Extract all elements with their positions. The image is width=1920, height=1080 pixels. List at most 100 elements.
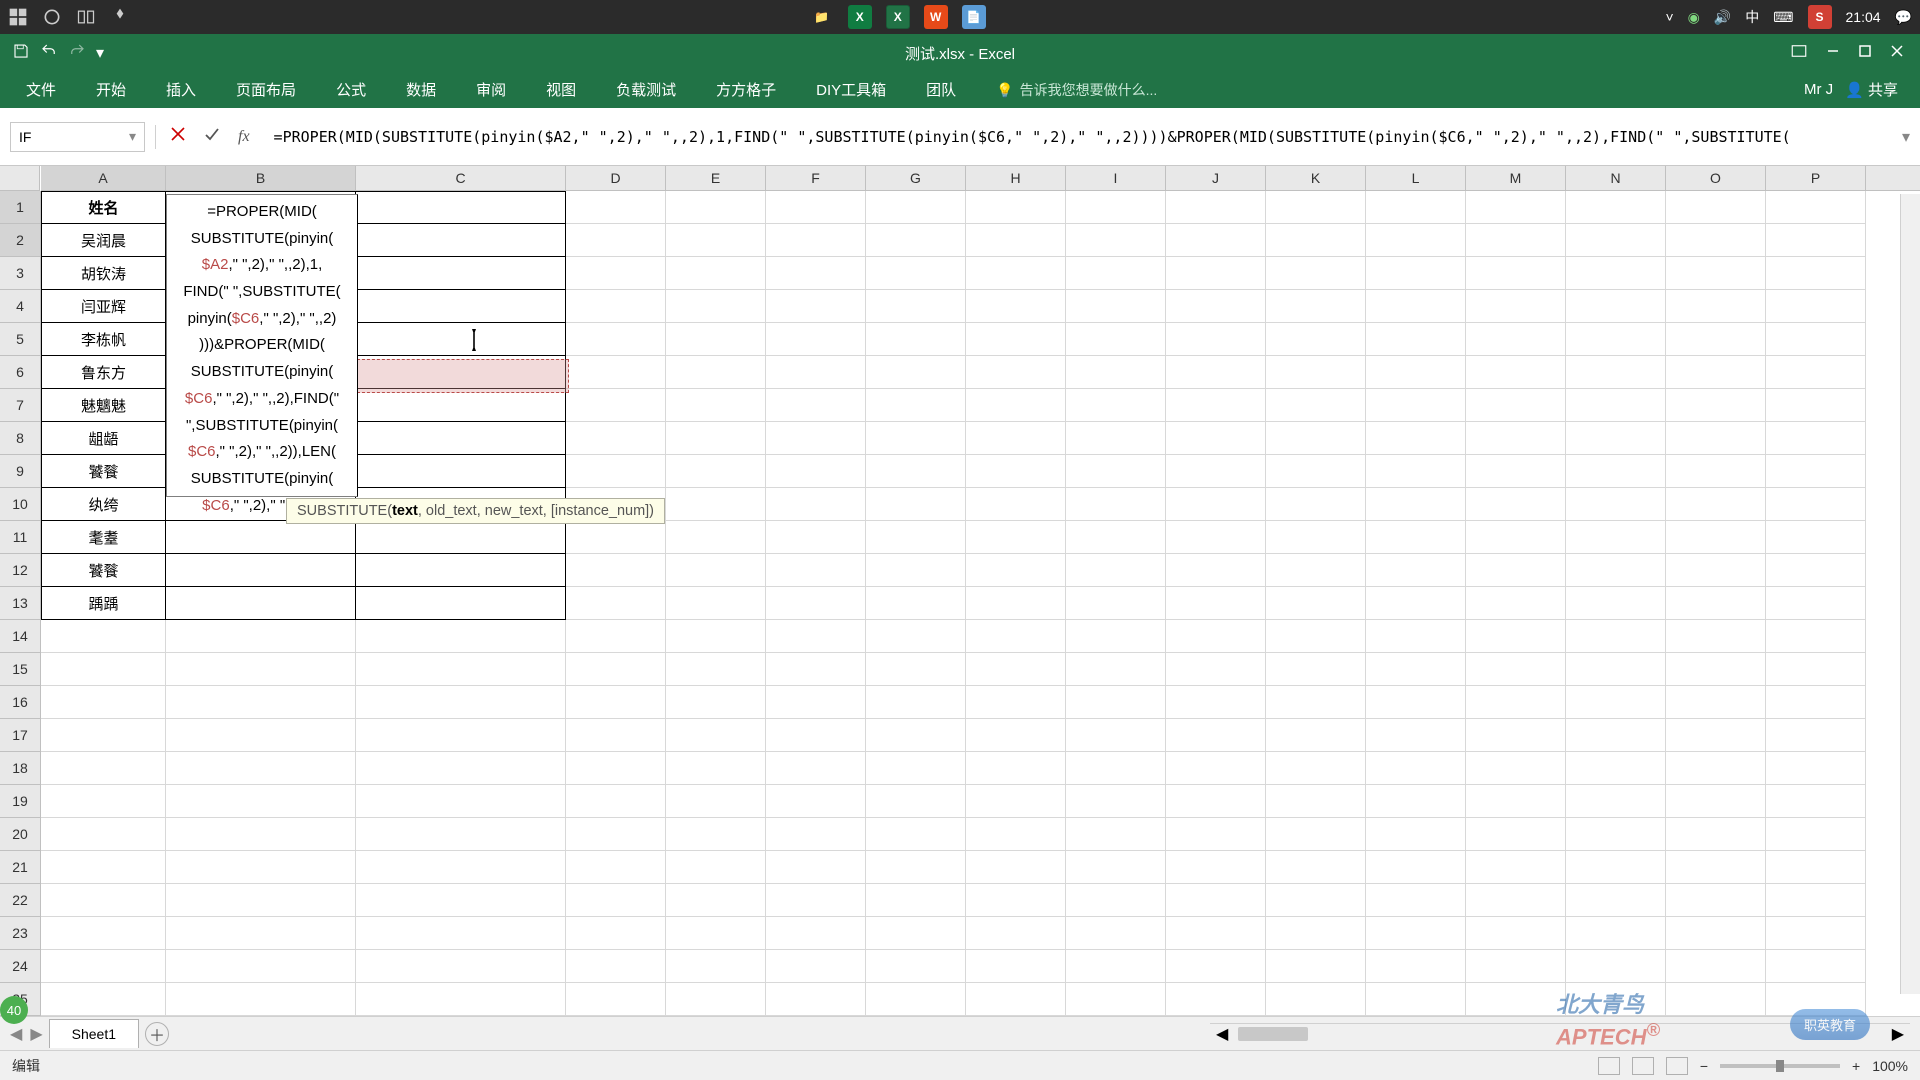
redo-icon[interactable] [68, 42, 86, 65]
cell-C7[interactable] [356, 389, 566, 422]
cell-M6[interactable] [1466, 356, 1566, 389]
cell-L12[interactable] [1366, 554, 1466, 587]
save-icon[interactable] [12, 42, 30, 65]
fx-icon[interactable]: fx [238, 128, 250, 146]
cell-C18[interactable] [356, 752, 566, 785]
view-pagelayout-icon[interactable] [1632, 1057, 1654, 1075]
cell-O18[interactable] [1666, 752, 1766, 785]
wifi-icon[interactable]: ◉ [1688, 9, 1700, 26]
cell-F17[interactable] [766, 719, 866, 752]
cell-N14[interactable] [1566, 620, 1666, 653]
cell-E1[interactable] [666, 191, 766, 224]
cell-G13[interactable] [866, 587, 966, 620]
cell-H7[interactable] [966, 389, 1066, 422]
cell-H19[interactable] [966, 785, 1066, 818]
row-header-1[interactable]: 1 [0, 191, 40, 224]
cell-N18[interactable] [1566, 752, 1666, 785]
volume-icon[interactable]: 🔊 [1714, 9, 1731, 26]
row-header-2[interactable]: 2 [0, 224, 40, 257]
cell-E2[interactable] [666, 224, 766, 257]
row-header-19[interactable]: 19 [0, 785, 40, 818]
cell-A22[interactable] [41, 884, 166, 917]
cell-I1[interactable] [1066, 191, 1166, 224]
col-header-N[interactable]: N [1566, 166, 1666, 190]
cell-H21[interactable] [966, 851, 1066, 884]
cell-B21[interactable] [166, 851, 356, 884]
cell-O23[interactable] [1666, 917, 1766, 950]
cell-G4[interactable] [866, 290, 966, 323]
col-header-F[interactable]: F [766, 166, 866, 190]
cell-F20[interactable] [766, 818, 866, 851]
cell-C1[interactable] [356, 191, 566, 224]
col-header-J[interactable]: J [1166, 166, 1266, 190]
cell-N23[interactable] [1566, 917, 1666, 950]
cell-C20[interactable] [356, 818, 566, 851]
explorer-icon[interactable]: 📁 [810, 5, 834, 29]
cell-J18[interactable] [1166, 752, 1266, 785]
cell-B14[interactable] [166, 620, 356, 653]
cell-I23[interactable] [1066, 917, 1166, 950]
col-header-B[interactable]: B [166, 166, 356, 190]
cell-N1[interactable] [1566, 191, 1666, 224]
cell-A8[interactable]: 龃龉 [41, 422, 166, 455]
cell-E23[interactable] [666, 917, 766, 950]
cell-H2[interactable] [966, 224, 1066, 257]
cell-C8[interactable] [356, 422, 566, 455]
cell-M10[interactable] [1466, 488, 1566, 521]
cell-G2[interactable] [866, 224, 966, 257]
cell-G15[interactable] [866, 653, 966, 686]
cell-K4[interactable] [1266, 290, 1366, 323]
cell-P13[interactable] [1766, 587, 1866, 620]
vertical-scrollbar[interactable] [1900, 194, 1920, 994]
col-header-A[interactable]: A [41, 166, 166, 190]
view-pagebreak-icon[interactable] [1666, 1057, 1688, 1075]
cell-D12[interactable] [566, 554, 666, 587]
cell-G10[interactable] [866, 488, 966, 521]
cell-L10[interactable] [1366, 488, 1466, 521]
cell-N4[interactable] [1566, 290, 1666, 323]
cell-D17[interactable] [566, 719, 666, 752]
row-header-24[interactable]: 24 [0, 950, 40, 983]
cell-L9[interactable] [1366, 455, 1466, 488]
col-header-P[interactable]: P [1766, 166, 1866, 190]
cell-O10[interactable] [1666, 488, 1766, 521]
cell-M5[interactable] [1466, 323, 1566, 356]
cell-N7[interactable] [1566, 389, 1666, 422]
cell-M20[interactable] [1466, 818, 1566, 851]
cell-M12[interactable] [1466, 554, 1566, 587]
cell-A1[interactable]: 姓名 [41, 191, 166, 224]
cell-D22[interactable] [566, 884, 666, 917]
cell-L2[interactable] [1366, 224, 1466, 257]
cell-F6[interactable] [766, 356, 866, 389]
cell-A15[interactable] [41, 653, 166, 686]
cell-E7[interactable] [666, 389, 766, 422]
cell-H23[interactable] [966, 917, 1066, 950]
row-header-15[interactable]: 15 [0, 653, 40, 686]
cell-A13[interactable]: 踽踽 [41, 587, 166, 620]
cell-K25[interactable] [1266, 983, 1366, 1016]
cell-D2[interactable] [566, 224, 666, 257]
cell-G6[interactable] [866, 356, 966, 389]
cell-N6[interactable] [1566, 356, 1666, 389]
cell-K24[interactable] [1266, 950, 1366, 983]
cell-L22[interactable] [1366, 884, 1466, 917]
cell-L6[interactable] [1366, 356, 1466, 389]
cell-N22[interactable] [1566, 884, 1666, 917]
col-header-G[interactable]: G [866, 166, 966, 190]
row-header-16[interactable]: 16 [0, 686, 40, 719]
cell-O13[interactable] [1666, 587, 1766, 620]
cell-L13[interactable] [1366, 587, 1466, 620]
cell-M8[interactable] [1466, 422, 1566, 455]
cell-C2[interactable] [356, 224, 566, 257]
cell-K14[interactable] [1266, 620, 1366, 653]
row-header-11[interactable]: 11 [0, 521, 40, 554]
cell-E17[interactable] [666, 719, 766, 752]
cell-B22[interactable] [166, 884, 356, 917]
cell-N11[interactable] [1566, 521, 1666, 554]
cell-E13[interactable] [666, 587, 766, 620]
cell-H16[interactable] [966, 686, 1066, 719]
cell-M21[interactable] [1466, 851, 1566, 884]
cell-H10[interactable] [966, 488, 1066, 521]
cell-A17[interactable] [41, 719, 166, 752]
cell-G12[interactable] [866, 554, 966, 587]
